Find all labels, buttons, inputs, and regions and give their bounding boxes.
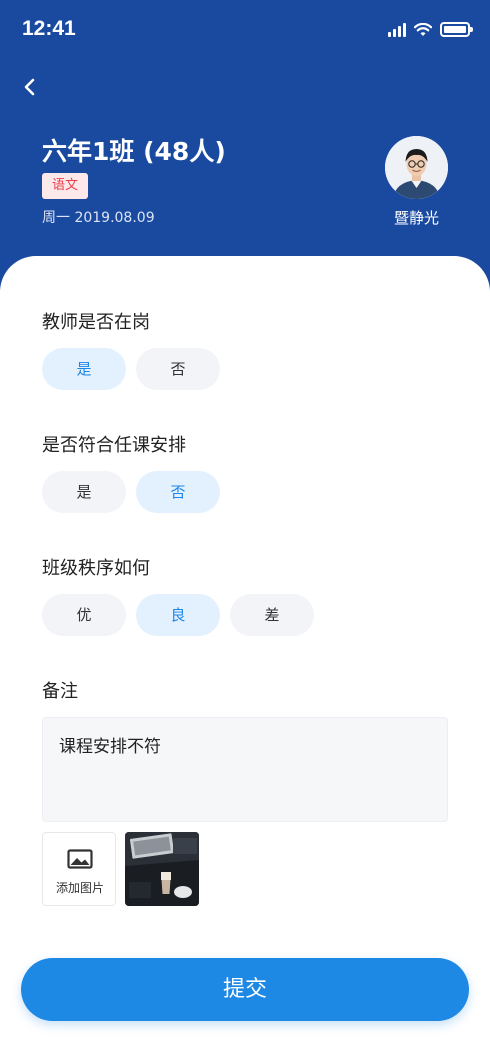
option-schedule-match-yes[interactable]: 是 bbox=[42, 471, 126, 513]
lesson-date: 周一 2019.08.09 bbox=[42, 210, 155, 226]
status-time: 12:41 bbox=[22, 17, 76, 40]
header: 12:41 六年1班 (48人) 语文 周一 2019.08.09 暨静光 bbox=[0, 0, 490, 290]
remark-label: 备注 bbox=[42, 681, 78, 702]
status-bar: 12:41 bbox=[0, 0, 490, 60]
remark-textarea[interactable]: 课程安排不符 bbox=[42, 717, 448, 822]
question-label-class-order: 班级秩序如何 bbox=[42, 558, 150, 579]
add-photo-button[interactable]: 添加图片 bbox=[42, 832, 116, 906]
teacher-avatar[interactable] bbox=[385, 136, 448, 199]
back-button[interactable] bbox=[14, 72, 44, 102]
option-teacher-on-duty-yes[interactable]: 是 bbox=[42, 348, 126, 390]
subject-tag: 语文 bbox=[42, 173, 89, 199]
teacher-name: 暨静光 bbox=[393, 209, 439, 227]
battery-icon bbox=[440, 22, 473, 37]
class-title: 六年1班 (48人) bbox=[42, 137, 226, 166]
question-label-schedule-match: 是否符合任课安排 bbox=[42, 435, 186, 456]
option-teacher-on-duty-no[interactable]: 否 bbox=[136, 348, 220, 390]
submit-button[interactable]: 提交 bbox=[21, 958, 469, 1021]
add-photo-label: 添加图片 bbox=[55, 881, 104, 895]
status-icons bbox=[388, 22, 473, 37]
option-class-order-poor[interactable]: 差 bbox=[230, 594, 314, 636]
chevron-left-icon bbox=[24, 78, 35, 96]
uploaded-photo-thumbnail[interactable] bbox=[125, 832, 199, 906]
option-class-order-good[interactable]: 良 bbox=[136, 594, 220, 636]
question-label-teacher-on-duty: 教师是否在岗 bbox=[42, 312, 150, 333]
option-schedule-match-no[interactable]: 否 bbox=[136, 471, 220, 513]
cellular-signal-icon bbox=[388, 22, 406, 37]
teacher-photo bbox=[385, 136, 448, 199]
option-class-order-excellent[interactable]: 优 bbox=[42, 594, 126, 636]
wifi-icon bbox=[414, 22, 432, 36]
desk-coffee-photo bbox=[125, 832, 199, 906]
image-icon bbox=[67, 849, 93, 869]
